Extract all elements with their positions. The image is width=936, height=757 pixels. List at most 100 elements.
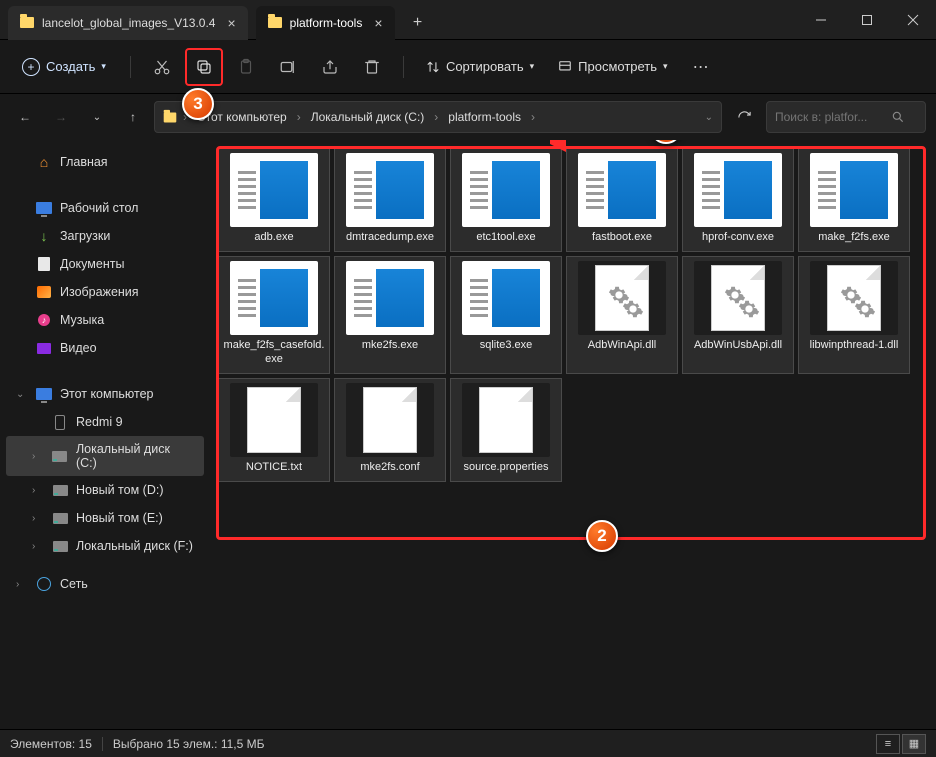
sidebar-item-downloads[interactable]: ↓Загрузки — [6, 222, 204, 250]
sidebar-item-label: Новый том (D:) — [76, 483, 164, 497]
sidebar-item-music[interactable]: ♪Музыка — [6, 306, 204, 334]
exe-icon — [578, 153, 666, 227]
forward-button[interactable]: → — [46, 102, 76, 132]
more-button[interactable]: ⋯ — [682, 48, 720, 86]
file-item[interactable]: sqlite3.exe — [450, 256, 562, 374]
search-icon — [891, 110, 905, 124]
sidebar-item-disk-f[interactable]: › Локальный диск (F:) — [6, 532, 204, 560]
chevron-right-icon[interactable]: › — [16, 579, 28, 590]
crumb-folder[interactable]: platform-tools — [444, 108, 525, 126]
status-selected: Выбрано 15 элем.: 11,5 МБ — [113, 737, 265, 751]
chevron-right-icon[interactable]: › — [32, 541, 44, 552]
sidebar-item-label: Локальный диск (F:) — [76, 539, 193, 553]
paste-button[interactable] — [227, 48, 265, 86]
maximize-button[interactable] — [844, 0, 890, 40]
sidebar-item-disk-d[interactable]: › Новый том (D:) — [6, 476, 204, 504]
content-area[interactable]: adb.exedmtracedump.exeetc1tool.exe fastbo… — [210, 140, 936, 729]
close-icon[interactable]: × — [227, 15, 235, 31]
callout-1: 1 — [650, 140, 682, 144]
crumb-disk[interactable]: Локальный диск (C:) — [307, 108, 429, 126]
sidebar-item-disk-e[interactable]: ›Новый том (E:) — [6, 504, 204, 532]
file-icon — [230, 383, 318, 457]
new-tab-button[interactable]: + — [401, 6, 435, 40]
sidebar-item-desktop[interactable]: Рабочий стол — [6, 194, 204, 222]
address-bar[interactable]: › Этот компьютер › Локальный диск (C:) ›… — [154, 101, 722, 133]
sort-button[interactable]: Сортировать ▾ — [416, 53, 544, 80]
sidebar-item-thispc[interactable]: ⌄ Этот компьютер — [6, 380, 204, 408]
file-item[interactable]: source.properties — [450, 378, 562, 482]
file-item[interactable]: adb.exe — [218, 148, 330, 252]
sidebar-item-label: Видео — [60, 341, 97, 355]
file-label: AdbWinUsbApi.dll — [694, 339, 782, 353]
sidebar-item-pictures[interactable]: Изображения — [6, 278, 204, 306]
toolbar: + Создать ▾ Сортировать ▾ Просмотреть ▾ … — [0, 40, 936, 94]
downloads-icon: ↓ — [36, 228, 52, 244]
file-label: NOTICE.txt — [246, 461, 302, 475]
dll-icon — [578, 261, 666, 335]
sidebar-item-label: Этот компьютер — [60, 387, 153, 401]
file-item[interactable]: mke2fs.exe — [334, 256, 446, 374]
documents-icon — [36, 256, 52, 272]
sidebar-item-label: Redmi 9 — [76, 415, 123, 429]
file-icon — [346, 383, 434, 457]
up-button[interactable]: ↑ — [118, 102, 148, 132]
sidebar-item-label: Документы — [60, 257, 124, 271]
file-label: fastboot.exe — [592, 231, 652, 245]
delete-button[interactable] — [353, 48, 391, 86]
exe-icon — [346, 261, 434, 335]
close-icon[interactable]: × — [374, 15, 382, 31]
file-item[interactable]: dmtracedump.exe — [334, 148, 446, 252]
file-item[interactable]: libwinpthread-1.dll — [798, 256, 910, 374]
exe-icon — [230, 261, 318, 335]
file-label: mke2fs.conf — [360, 461, 419, 475]
grid-view-button[interactable]: ▦ — [902, 734, 926, 754]
file-item[interactable]: AdbWinApi.dll — [566, 256, 678, 374]
create-button[interactable]: + Создать ▾ — [10, 52, 118, 82]
tab-inactive[interactable]: lancelot_global_images_V13.0.4 × — [8, 6, 248, 40]
sidebar-item-documents[interactable]: Документы — [6, 250, 204, 278]
cut-button[interactable] — [143, 48, 181, 86]
exe-icon — [230, 153, 318, 227]
file-item[interactable]: etc1tool.exe — [450, 148, 562, 252]
sidebar-item-home[interactable]: ⌂Главная — [6, 148, 204, 176]
file-item[interactable]: hprof-conv.exe — [682, 148, 794, 252]
file-item[interactable]: mke2fs.conf — [334, 378, 446, 482]
file-item[interactable]: fastboot.exe — [566, 148, 678, 252]
sidebar-item-network[interactable]: ›Сеть — [6, 570, 204, 598]
chevron-down-icon[interactable]: ⌄ — [16, 389, 28, 400]
list-view-button[interactable]: ≡ — [876, 734, 900, 754]
tab-active[interactable]: platform-tools × — [256, 6, 395, 40]
disk-icon — [52, 538, 68, 554]
file-item[interactable]: make_f2fs_casefold.exe — [218, 256, 330, 374]
file-item[interactable]: AdbWinUsbApi.dll — [682, 256, 794, 374]
sidebar-item-label: Изображения — [60, 285, 139, 299]
recent-button[interactable]: ⌄ — [82, 102, 112, 132]
sidebar-item-video[interactable]: Видео — [6, 334, 204, 362]
share-button[interactable] — [311, 48, 349, 86]
desktop-icon — [36, 200, 52, 216]
file-item[interactable]: make_f2fs.exe — [798, 148, 910, 252]
dll-icon — [810, 261, 898, 335]
chevron-right-icon[interactable]: › — [32, 451, 44, 462]
copy-button[interactable] — [185, 48, 223, 86]
file-label: mke2fs.exe — [362, 339, 418, 353]
search-box[interactable] — [766, 101, 926, 133]
view-button[interactable]: Просмотреть ▾ — [548, 53, 677, 80]
sidebar-item-label: Рабочий стол — [60, 201, 138, 215]
file-item[interactable]: NOTICE.txt — [218, 378, 330, 482]
file-label: sqlite3.exe — [480, 339, 533, 353]
monitor-icon — [36, 386, 52, 402]
sidebar-item-redmi[interactable]: Redmi 9 — [6, 408, 204, 436]
file-label: AdbWinApi.dll — [588, 339, 656, 353]
status-count: Элементов: 15 — [10, 737, 92, 751]
network-icon — [36, 576, 52, 592]
search-input[interactable] — [775, 110, 885, 124]
chevron-right-icon[interactable]: › — [32, 485, 44, 496]
rename-button[interactable] — [269, 48, 307, 86]
back-button[interactable]: ← — [10, 102, 40, 132]
minimize-button[interactable] — [798, 0, 844, 40]
refresh-button[interactable] — [728, 101, 760, 133]
sidebar-item-disk-c[interactable]: ›Локальный диск (C:) — [6, 436, 204, 476]
close-window-button[interactable] — [890, 0, 936, 40]
chevron-right-icon[interactable]: › — [32, 513, 44, 524]
